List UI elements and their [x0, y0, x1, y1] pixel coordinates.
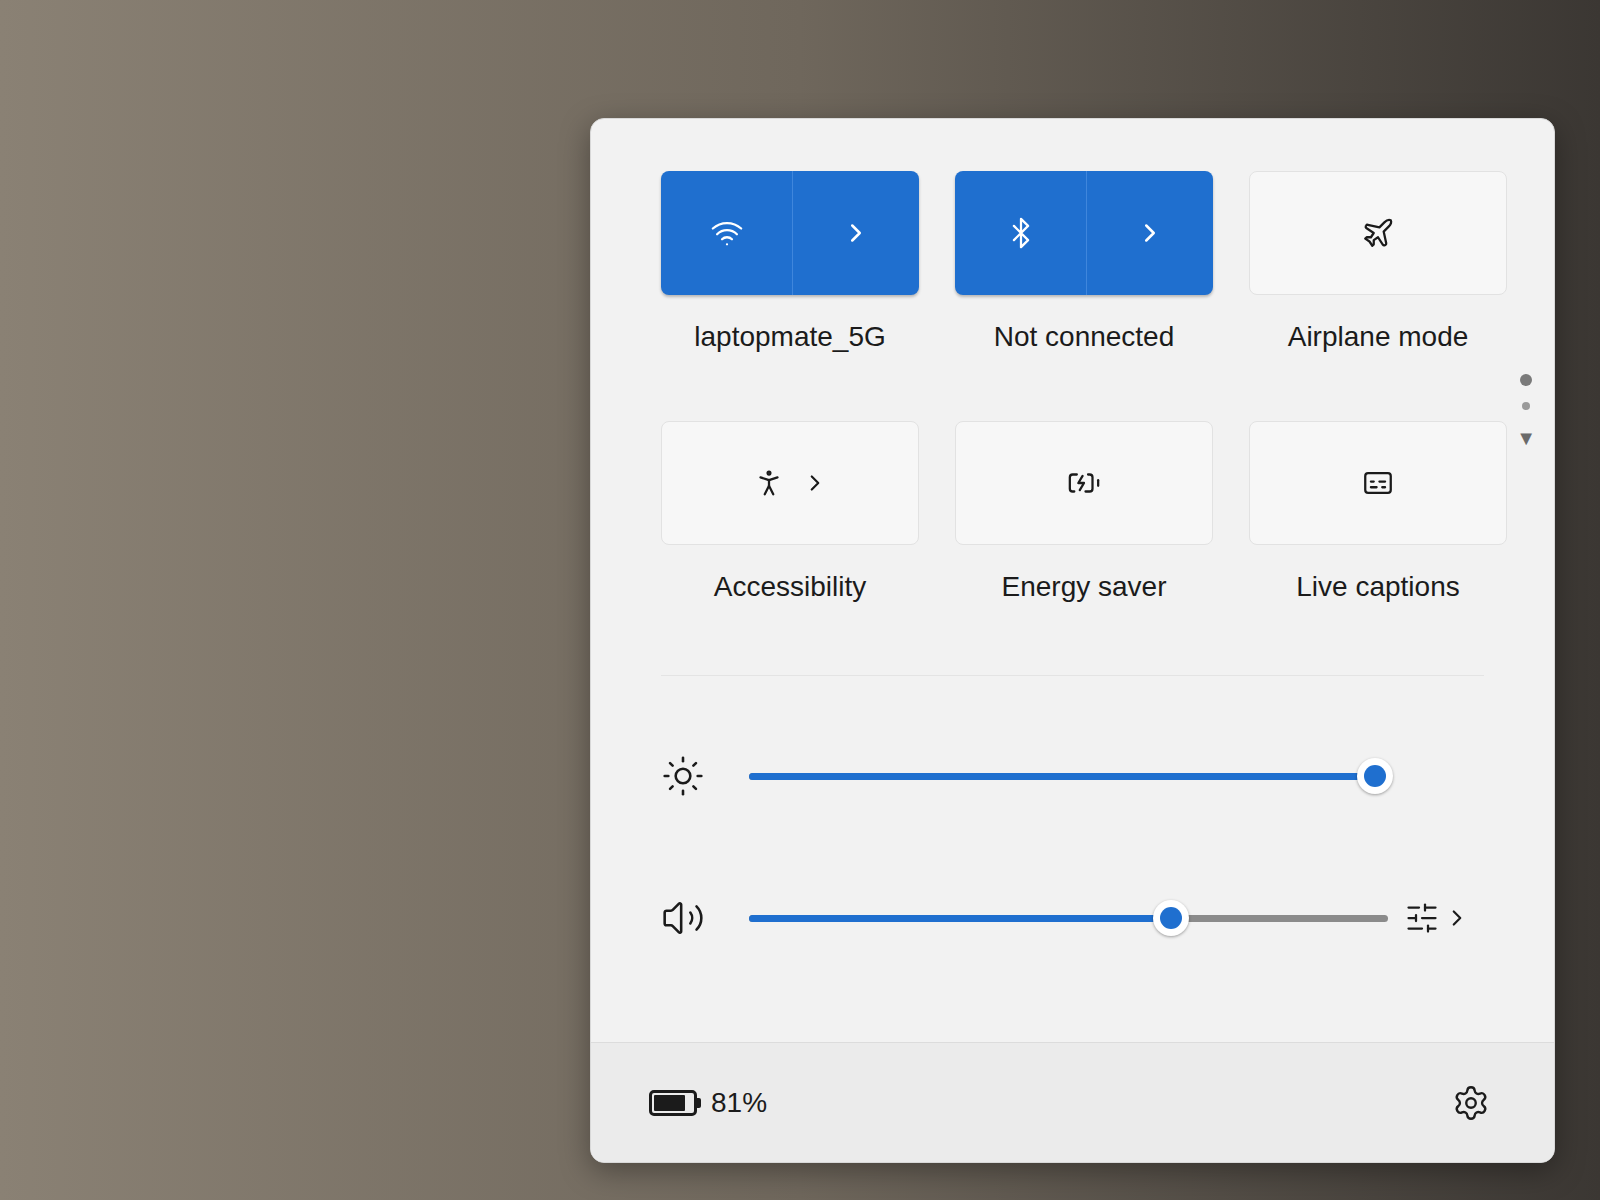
- tile-row: Accessibility Energy saver Live captions: [661, 421, 1484, 605]
- slider-fill: [749, 773, 1375, 780]
- quick-tile: Accessibility: [661, 421, 919, 605]
- bluetooth-icon: [1004, 216, 1038, 250]
- speaker-icon: [661, 896, 705, 940]
- tile-button[interactable]: [1249, 421, 1507, 545]
- tile-button[interactable]: [955, 171, 1213, 295]
- chevron-right-icon: [802, 470, 828, 496]
- pager: ▼: [1516, 374, 1536, 450]
- accessibility-icon: [752, 466, 786, 500]
- desktop: laptopmate_5G Not connected Airplane mode A…: [0, 0, 1600, 1200]
- volume-slider-row: [661, 888, 1484, 948]
- slider-track: [749, 773, 1388, 780]
- quick-settings-panel: laptopmate_5G Not connected Airplane mode A…: [590, 118, 1555, 1163]
- tile-button[interactable]: [1249, 171, 1507, 295]
- tile-label: Energy saver: [1002, 569, 1167, 605]
- tile-label: Live captions: [1296, 569, 1459, 605]
- brightness-slider[interactable]: [749, 756, 1388, 796]
- tile-toggle[interactable]: [955, 171, 1086, 295]
- chevron-right-icon: [1135, 218, 1165, 248]
- slider-track: [749, 915, 1388, 922]
- brightness-slider-row: [661, 746, 1484, 806]
- energy-saver-icon: [1067, 466, 1101, 500]
- quick-tile: laptopmate_5G: [661, 171, 919, 355]
- footer: 81%: [591, 1042, 1554, 1162]
- wifi-icon: [710, 216, 744, 250]
- tile-label: Not connected: [994, 319, 1175, 355]
- audio-mixer-button[interactable]: [1404, 900, 1470, 936]
- tile-button[interactable]: [661, 421, 919, 545]
- tile-expand[interactable]: [1087, 171, 1213, 295]
- quick-tile: Airplane mode: [1249, 171, 1507, 355]
- captions-icon: [1361, 466, 1395, 500]
- tile-button[interactable]: [661, 171, 919, 295]
- airplane-icon: [1361, 216, 1395, 250]
- battery-icon: [649, 1090, 701, 1116]
- battery-reading: 81%: [711, 1085, 767, 1121]
- chevron-right-icon: [841, 218, 871, 248]
- chevron-right-icon: [1444, 905, 1470, 931]
- slider-fill: [749, 915, 1171, 922]
- sun-icon: [661, 754, 705, 798]
- mixer-icon: [1404, 900, 1440, 936]
- quick-tile: Live captions: [1249, 421, 1507, 605]
- tile-divider: [792, 171, 793, 295]
- tile-toggle[interactable]: [661, 171, 792, 295]
- quick-tile: Not connected: [955, 171, 1213, 355]
- tile-expand[interactable]: [793, 171, 919, 295]
- quick-tile: Energy saver: [955, 421, 1213, 605]
- tile-button[interactable]: [955, 421, 1213, 545]
- volume-slider[interactable]: [749, 898, 1388, 938]
- battery-status[interactable]: 81%: [649, 1085, 767, 1121]
- tile-label: laptopmate_5G: [694, 319, 885, 355]
- page-dot[interactable]: [1522, 402, 1530, 410]
- tile-label: Accessibility: [714, 569, 866, 605]
- page-dot[interactable]: [1520, 374, 1532, 386]
- tile-row: laptopmate_5G Not connected Airplane mode: [661, 171, 1484, 355]
- slider-thumb[interactable]: [1153, 900, 1189, 936]
- gear-icon[interactable]: [1452, 1084, 1490, 1122]
- tile-divider: [1086, 171, 1087, 295]
- next-page-button[interactable]: ▼: [1516, 426, 1536, 450]
- tile-label: Airplane mode: [1288, 319, 1469, 355]
- slider-thumb[interactable]: [1357, 758, 1393, 794]
